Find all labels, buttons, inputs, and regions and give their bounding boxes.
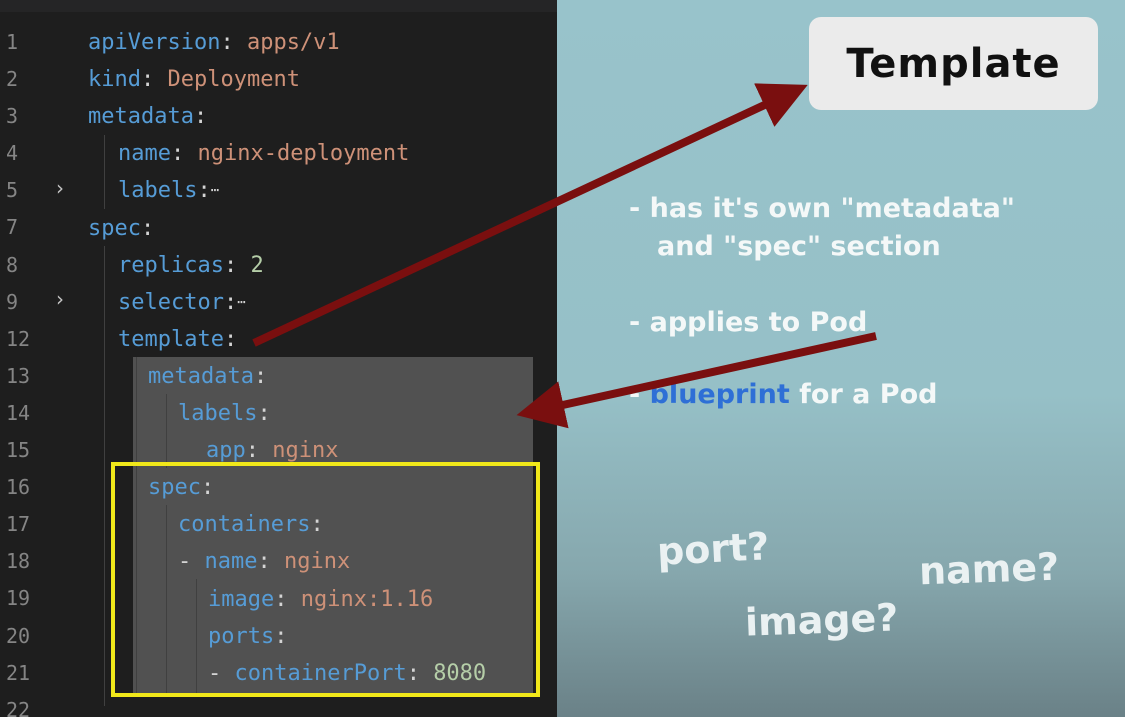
code-token: :: [253, 363, 268, 389]
code-token: Deployment: [167, 67, 300, 93]
question-image: image?: [744, 595, 900, 645]
code-line: selector:⋯: [118, 284, 246, 321]
indent-guide: [166, 394, 167, 468]
code-token: spec: [88, 215, 141, 241]
code-line: apiVersion: apps/v1: [88, 24, 340, 61]
code-token: :: [140, 67, 168, 93]
code-line: labels:⋯: [118, 172, 219, 209]
editor-tab-bar: [0, 0, 557, 12]
code-token: nginx: [272, 438, 339, 464]
code-token: :: [223, 289, 238, 315]
code-line: replicas: 2: [118, 247, 264, 284]
line-number: 20: [6, 623, 31, 648]
line-number: 14: [6, 400, 31, 425]
question-name: name?: [918, 544, 1060, 594]
code-line: metadata:: [88, 98, 207, 135]
code-token: metadata: [148, 363, 254, 389]
code-line: spec:: [88, 210, 154, 247]
bullet-prefix: -: [629, 379, 650, 410]
bullet-metadata-spec-cont: and "spec" section: [657, 231, 941, 262]
line-number-gutter: 1 2 3 4 5 7 8 9 12 13 14 15 16 17 18 19 20 21 22: [0, 24, 60, 717]
line-number: 13: [6, 363, 31, 388]
line-number: 16: [6, 475, 31, 500]
line-number: 12: [6, 326, 31, 351]
line-number: 4: [6, 141, 19, 166]
line-number: 22: [6, 697, 31, 717]
code-editor: 1 2 3 4 5 7 8 9 12 13 14 15 16 17 18 19 20 21 22 › › apiVe…: [0, 0, 557, 717]
code-token: replicas: [118, 252, 224, 278]
bullet-metadata-spec: - has it's own "metadata": [629, 193, 1015, 224]
code-line: labels:: [178, 395, 271, 432]
line-number: 2: [6, 67, 19, 92]
line-number: 9: [6, 289, 19, 314]
code-token: :: [223, 326, 238, 352]
code-line: metadata:: [148, 358, 267, 395]
code-token: labels: [118, 178, 198, 204]
code-token: :: [223, 252, 251, 278]
code-token: metadata: [88, 104, 194, 130]
code-token: :: [257, 401, 271, 426]
blueprint-highlight: blueprint: [649, 379, 790, 410]
line-number: 19: [6, 586, 31, 611]
line-number: 5: [6, 178, 19, 203]
code-token: 2: [250, 252, 264, 278]
code-line: template:: [118, 321, 237, 358]
question-port: port?: [655, 524, 771, 574]
code-token: app: [206, 438, 246, 464]
line-number: 15: [6, 438, 31, 463]
code-token: name: [118, 141, 171, 167]
bullet-blueprint: - blueprint for a Pod: [629, 379, 937, 410]
line-number: 3: [6, 104, 19, 129]
code-token: template: [118, 326, 224, 352]
line-number: 17: [6, 512, 31, 537]
slide-panel: Template - has it's own "metadata" and "…: [557, 0, 1125, 717]
code-token: :: [170, 141, 198, 167]
code-token: kind: [88, 67, 141, 93]
code-token: nginx-deployment: [197, 141, 410, 167]
bullet-applies-to-pod: - applies to Pod: [629, 307, 868, 338]
code-token: selector: [118, 289, 224, 315]
code-line: name: nginx-deployment: [118, 135, 409, 172]
fold-chevron-icon[interactable]: ›: [56, 287, 64, 311]
bullet-rest: for a Pod: [789, 379, 938, 410]
code-token: labels: [178, 401, 258, 426]
code-token: :: [197, 178, 211, 204]
line-number: 18: [6, 549, 31, 574]
indent-guide: [104, 246, 105, 706]
line-number: 7: [6, 215, 19, 240]
line-number: 8: [6, 252, 19, 277]
code-line: kind: Deployment: [88, 61, 300, 98]
indent-guide: [104, 135, 105, 209]
template-label: Template: [809, 17, 1098, 110]
code-token: :: [193, 104, 208, 130]
fold-chevron-icon[interactable]: ›: [56, 176, 64, 200]
code-token: apiVersion: [88, 30, 221, 55]
code-token: ⋯: [237, 294, 246, 311]
line-number: 1: [6, 30, 19, 54]
line-number: 21: [6, 660, 31, 685]
code-token: :: [140, 215, 155, 241]
code-token: :: [220, 30, 247, 55]
code-token: apps/v1: [246, 30, 340, 55]
pod-spec-highlight-box: [111, 462, 540, 697]
code-token: ⋯: [210, 182, 220, 199]
code-token: :: [245, 438, 273, 464]
